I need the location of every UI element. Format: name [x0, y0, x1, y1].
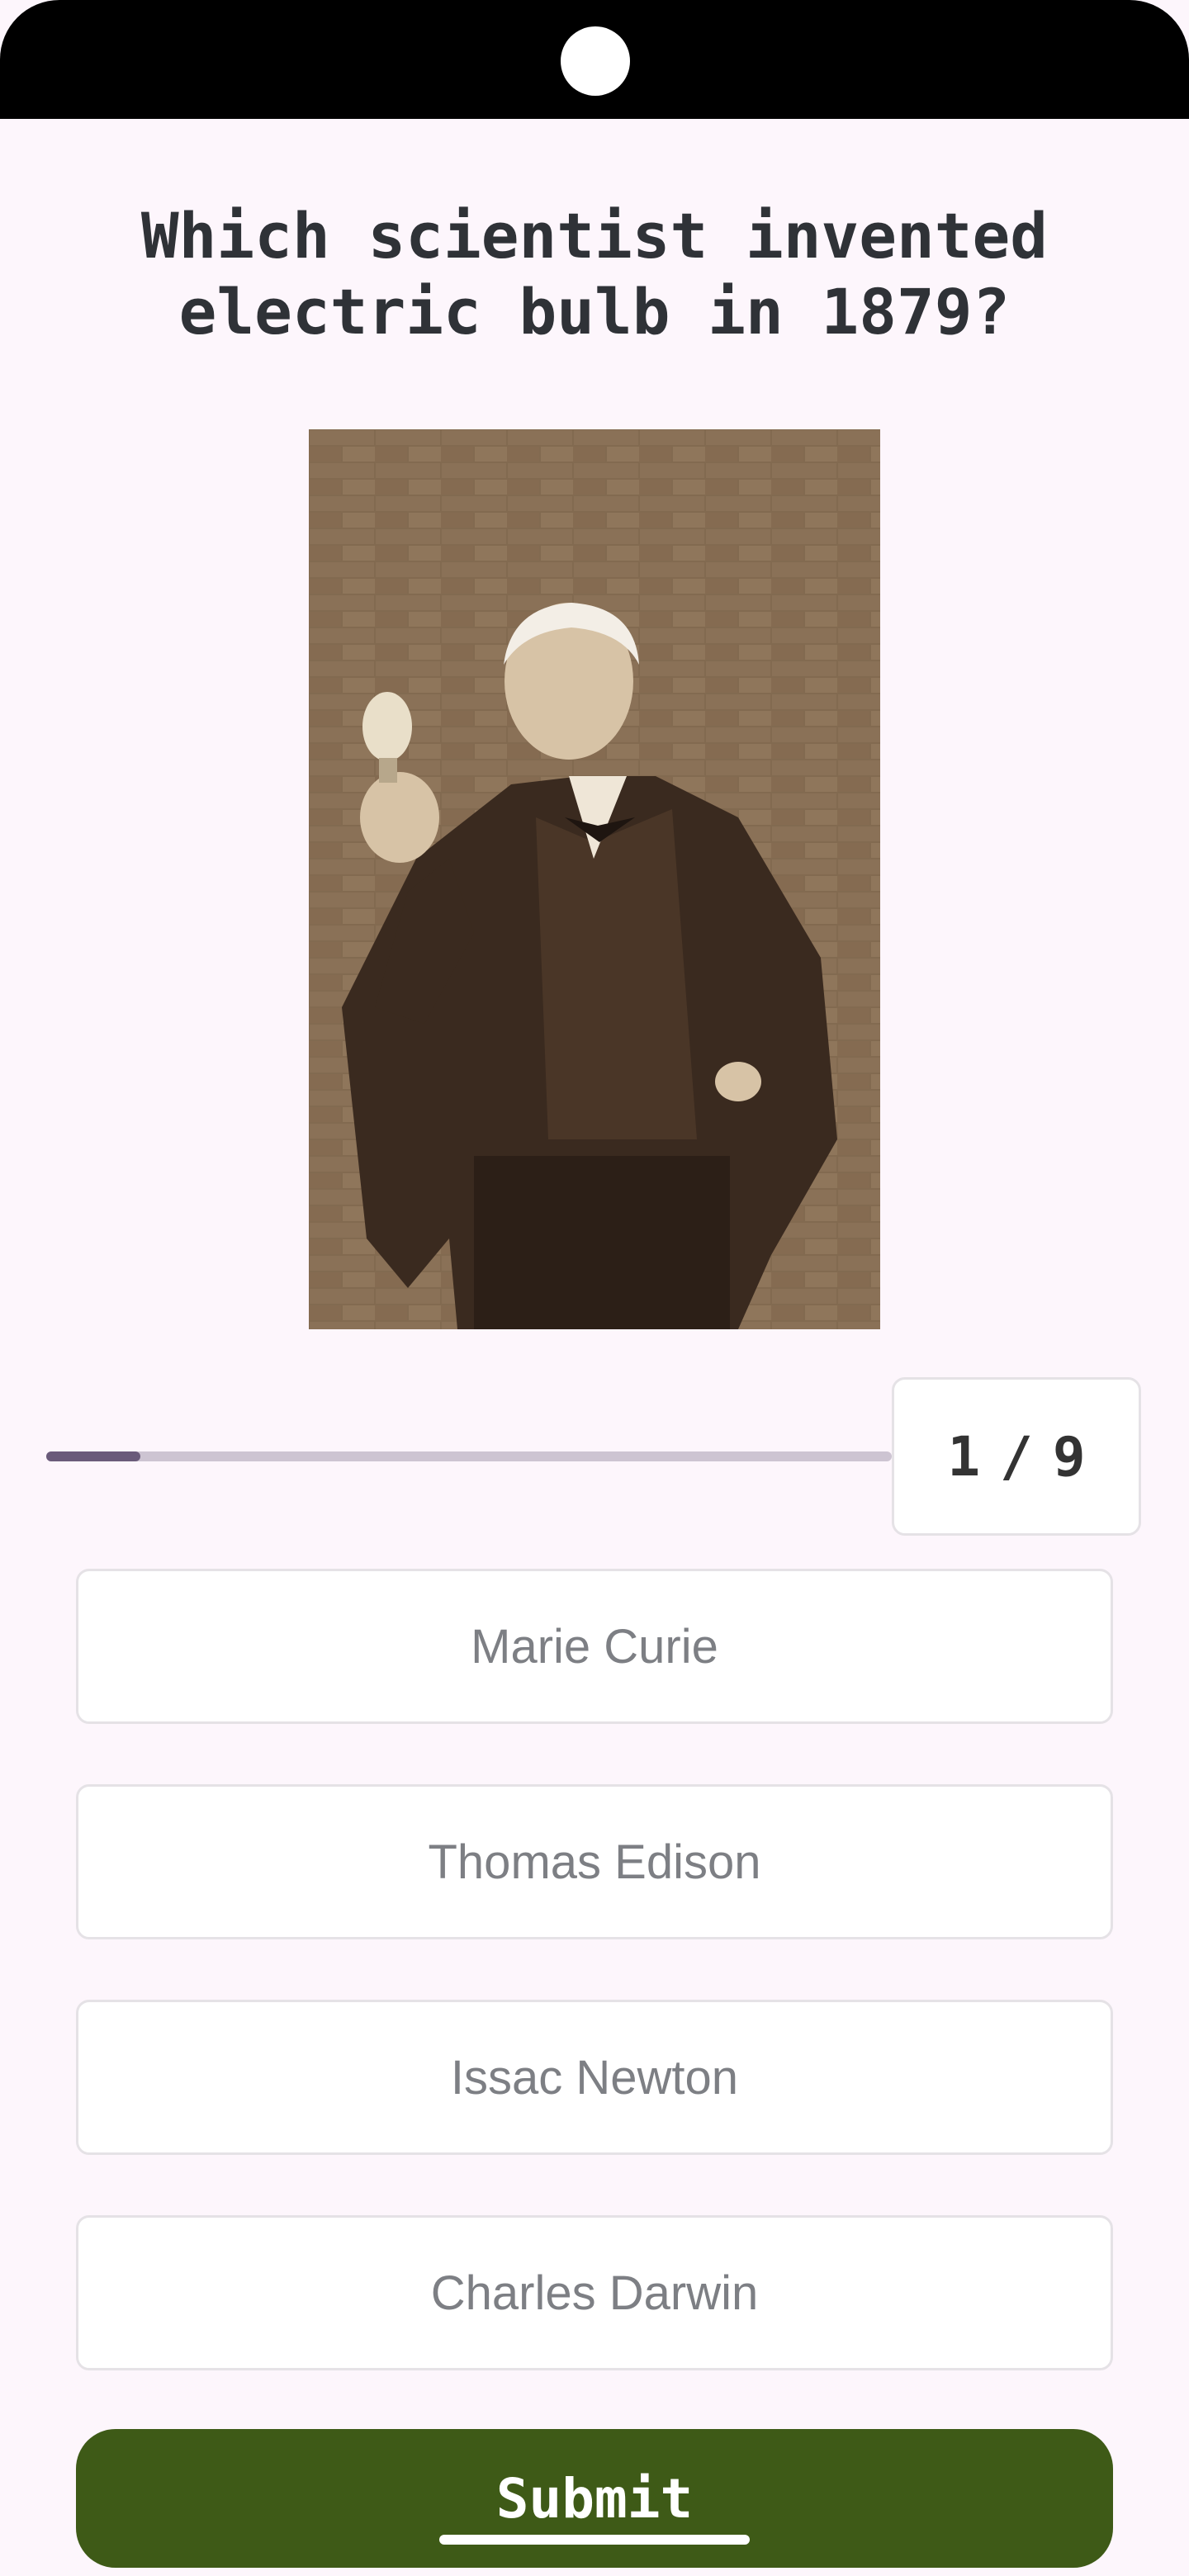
- answer-option-label: Marie Curie: [471, 1619, 718, 1674]
- question-counter: 1 / 9: [892, 1377, 1141, 1536]
- home-indicator[interactable]: [439, 2535, 750, 2545]
- edison-photo: [309, 429, 880, 1329]
- submit-button[interactable]: Submit: [76, 2429, 1113, 2568]
- progress-fill: [46, 1451, 140, 1461]
- question-image: [309, 429, 880, 1329]
- answer-option-issac-newton[interactable]: Issac Newton: [76, 2000, 1113, 2155]
- counter-separator: /: [1000, 1424, 1033, 1489]
- answer-option-label: Charles Darwin: [430, 2266, 759, 2320]
- question-title: Which scientist invented electric bulb i…: [140, 199, 1049, 348]
- counter-total: 9: [1052, 1424, 1086, 1489]
- answer-option-label: Thomas Edison: [428, 1835, 761, 1889]
- answer-option-charles-darwin[interactable]: Charles Darwin: [76, 2215, 1113, 2370]
- answer-option-thomas-edison[interactable]: Thomas Edison: [76, 1784, 1113, 1939]
- status-bar: [0, 0, 1189, 119]
- counter-current: 1: [947, 1424, 981, 1489]
- answer-option-marie-curie[interactable]: Marie Curie: [76, 1569, 1113, 1724]
- camera-cutout: [561, 26, 630, 96]
- answer-option-label: Issac Newton: [450, 2050, 739, 2105]
- progress-bar: [46, 1451, 892, 1461]
- submit-label: Submit: [495, 2466, 694, 2531]
